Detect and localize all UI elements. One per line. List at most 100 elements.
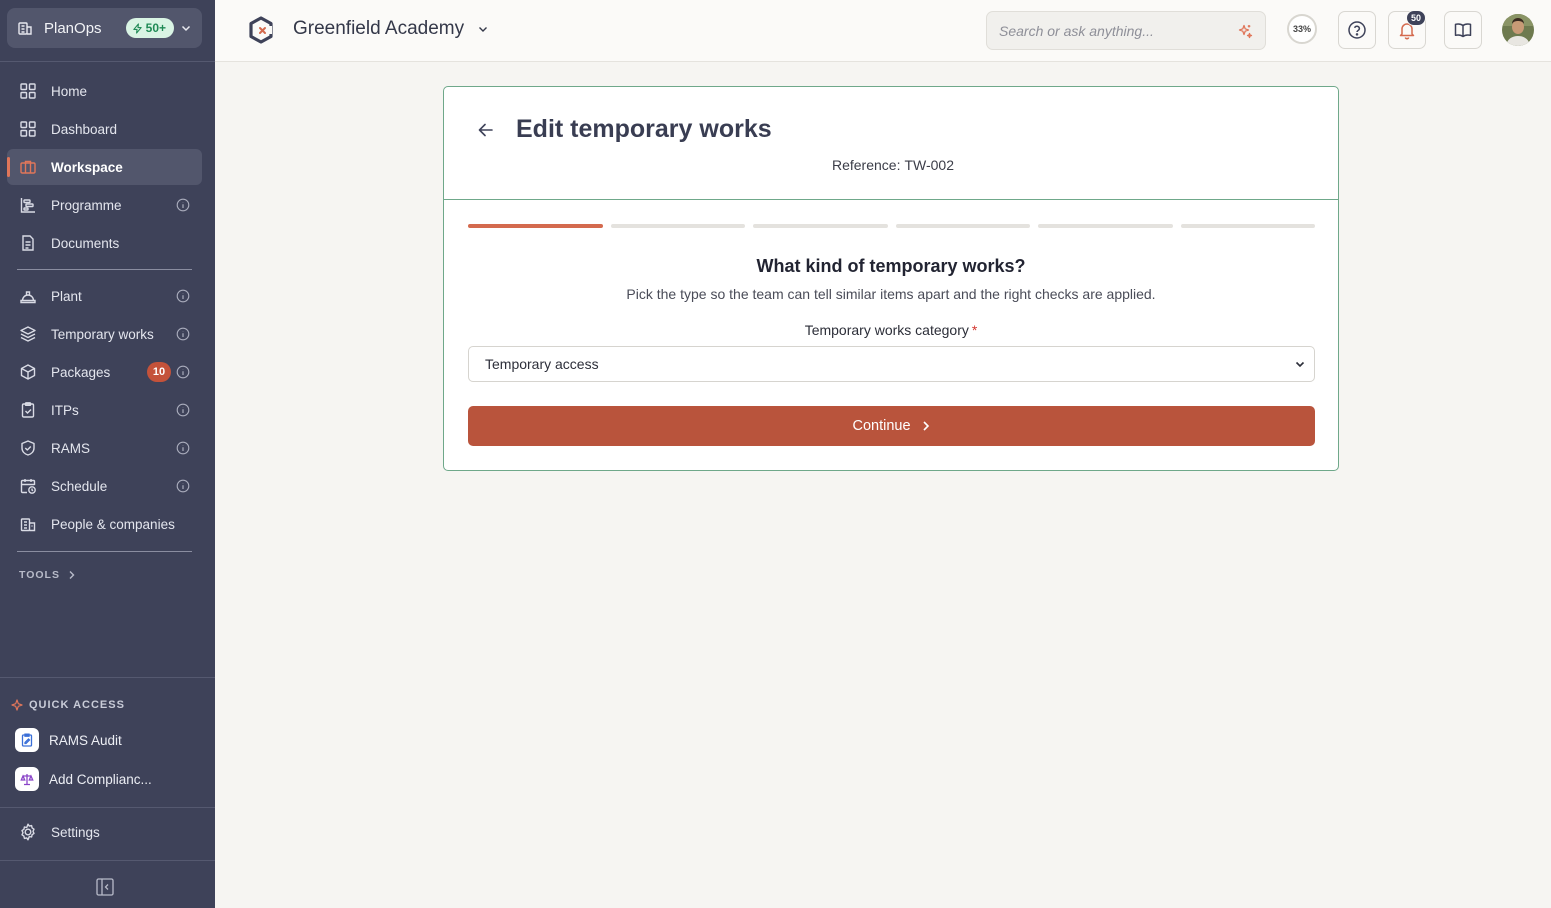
quick-access-label: QUICK ACCESS [29,699,125,711]
quick-access-item-label: Add Complianc... [49,771,152,787]
reference: Reference: TW-002 [444,157,1338,173]
building-people-icon [18,514,38,534]
avatar[interactable] [1502,14,1534,46]
clipboard-check-icon [18,400,38,420]
sidebar-item-packages[interactable]: Packages 10 [7,354,202,390]
sidebar-item-label: Temporary works [51,326,154,342]
sidebar-item-people-companies[interactable]: People & companies [7,506,202,542]
continue-button[interactable]: Continue [468,406,1315,446]
info-icon[interactable] [176,479,190,493]
sidebar-item-plant[interactable]: Plant [7,278,202,314]
sidebar-item-label: Home [51,83,88,99]
search-box[interactable] [986,11,1266,50]
sidebar-item-programme[interactable]: Programme [7,187,202,223]
info-icon[interactable] [176,403,190,417]
book-open-icon [1454,23,1472,38]
step-progress [468,224,1315,228]
progress-indicator[interactable]: 33% [1287,14,1317,44]
app-logo[interactable] [246,15,276,45]
sidebar-item-label: ITPs [51,402,79,418]
nav-main: Home Dashboard Workspace Programme Docum… [7,73,202,263]
sparkle-icon [11,699,23,711]
briefcase-icon [18,157,38,177]
sidebar-item-documents[interactable]: Documents [7,225,202,261]
divider [0,807,215,808]
card-header: Edit temporary works Reference: TW-002 [444,87,1338,200]
org-badge: 50+ [125,18,174,38]
quick-access-item[interactable]: RAMS Audit [15,727,122,753]
reference-label: Reference: [831,157,901,173]
layers-icon [18,324,38,344]
sidebar: PlanOps 50+ Home Dashboard Workspace Pro… [0,0,215,908]
top-bar: Greenfield Academy 33% 50 [215,0,1551,62]
sidebar-item-home[interactable]: Home [7,73,202,109]
category-select[interactable]: Temporary access [468,346,1315,382]
sidebar-item-label: RAMS [51,440,91,456]
arrow-left-icon[interactable] [476,120,496,140]
sidebar-item-workspace[interactable]: Workspace [7,149,202,185]
guide-button[interactable] [1444,11,1482,49]
divider [17,551,192,552]
chevron-down-icon [1295,361,1305,368]
chevron-right-icon [922,421,929,431]
sparkle-icon[interactable] [1237,23,1253,39]
progress-step [1038,224,1173,228]
quick-access-title: QUICK ACCESS [11,699,125,711]
sidebar-item-label: Schedule [51,478,108,494]
org-badge-count: 50+ [145,21,166,35]
page-title: Edit temporary works [516,115,772,143]
progress-value: 33% [1292,24,1311,34]
quick-access-item[interactable]: Add Complianc... [15,766,152,792]
question-title: What kind of temporary works? [756,256,1026,276]
info-icon[interactable] [176,289,190,303]
sidebar-item-label: Dashboard [51,121,118,137]
sidebar-item-label: Workspace [51,159,123,175]
nav-secondary: Plant Temporary works Packages 10 ITPs R… [7,278,202,544]
bolt-icon [132,22,142,34]
grid-icon [18,81,38,101]
grid-icon [18,119,38,139]
info-icon[interactable] [176,327,190,341]
settings-link[interactable]: Settings [18,822,100,842]
sidebar-collapse-icon[interactable] [95,877,115,897]
building-icon [17,19,35,37]
info-icon[interactable] [176,365,190,379]
org-name: PlanOps [44,19,102,37]
hard-hat-icon [18,286,38,306]
sidebar-item-label: Packages [51,364,111,380]
notification-count: 50 [1406,10,1426,26]
count-badge: 10 [147,362,171,382]
sidebar-item-itps[interactable]: ITPs [7,392,202,428]
document-icon [18,233,38,253]
sidebar-item-schedule[interactable]: Schedule [7,468,202,504]
info-icon[interactable] [176,198,190,212]
project-switcher[interactable]: Greenfield Academy [293,18,489,40]
field-label-text: Temporary works category [804,322,969,338]
sidebar-item-label: People & companies [51,516,175,532]
progress-step [895,224,1030,228]
tools-toggle[interactable]: TOOLS [19,569,76,581]
category-select-value: Temporary access [485,356,599,372]
sidebar-item-temporary-works[interactable]: Temporary works [7,316,202,352]
org-switcher[interactable]: PlanOps 50+ [7,8,202,48]
scales-icon [15,767,39,791]
chevron-right-icon [69,571,75,579]
sidebar-item-label: Plant [51,288,82,304]
gear-icon [21,823,35,841]
continue-label: Continue [852,418,911,434]
divider [17,269,192,270]
notifications-button[interactable]: 50 [1388,10,1426,49]
sidebar-item-rams[interactable]: RAMS [7,430,202,466]
quick-access-item-label: RAMS Audit [49,732,122,748]
sidebar-item-label: Programme [51,197,122,213]
progress-step [1180,224,1315,228]
help-button[interactable] [1338,11,1376,49]
progress-step [753,224,888,228]
required-mark: * [971,322,978,338]
gantt-icon [18,195,38,215]
search-input[interactable] [999,22,1237,39]
info-icon[interactable] [176,441,190,455]
sidebar-item-dashboard[interactable]: Dashboard [7,111,202,147]
tools-label: TOOLS [19,569,60,581]
divider [0,860,215,861]
